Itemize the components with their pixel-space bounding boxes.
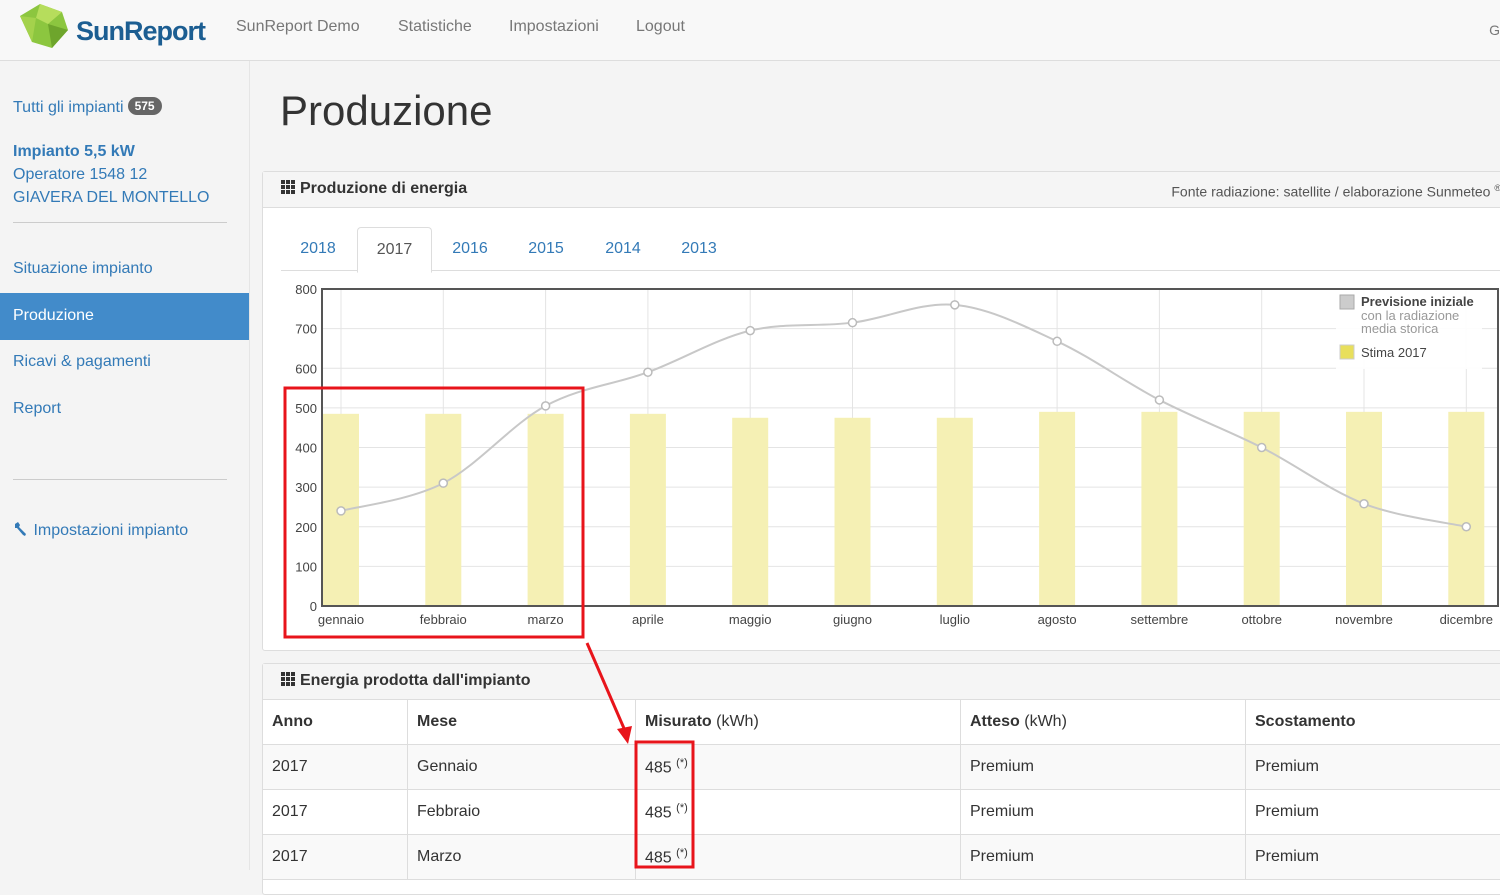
col-atteso[interactable]: Atteso (kWh) xyxy=(961,700,1246,745)
main-content: Produzione Produzione di energia Fonte r… xyxy=(250,61,1500,870)
table-panel-header: Energia prodotta dall'impianto xyxy=(263,664,1500,700)
nav-sunreport-demo[interactable]: SunReport Demo xyxy=(236,18,360,36)
tab-2013[interactable]: 2013 xyxy=(662,227,736,271)
col-misurato[interactable]: Misurato (kWh) xyxy=(636,700,961,745)
tab-2014[interactable]: 2014 xyxy=(586,227,660,271)
nav-logout[interactable]: Logout xyxy=(636,18,685,36)
grid-icon xyxy=(281,672,295,686)
table-header-row: Anno Mese Misurato (kWh) Atteso (kWh) Sc… xyxy=(263,700,1500,745)
sunreport-logo-icon xyxy=(18,2,72,52)
table-panel-title: Energia prodotta dall'impianto xyxy=(281,672,530,690)
energy-panel-title: Produzione di energia xyxy=(281,180,467,198)
col-anno[interactable]: Anno xyxy=(263,700,408,745)
all-plants-label: Tutti gli impianti xyxy=(13,99,124,116)
table-row: 2017 Marzo 485 (*) Premium Premium xyxy=(263,835,1500,880)
radiation-source-note: Fonte radiazione: satellite / elaborazio… xyxy=(1171,183,1500,200)
cell-deviation: Premium xyxy=(1246,790,1500,835)
sidebar-item-report[interactable]: Report xyxy=(13,400,61,418)
grid-icon xyxy=(281,180,295,194)
cell-expected: Premium xyxy=(961,835,1246,880)
cell-year: 2017 xyxy=(263,745,408,790)
plant-operator[interactable]: Operatore 1548 12 xyxy=(13,166,147,184)
tab-divider xyxy=(281,270,1500,271)
registered-mark: ® xyxy=(1494,183,1500,193)
cell-deviation: Premium xyxy=(1246,745,1500,790)
page-title: Produzione xyxy=(280,87,492,135)
sunreport-logo[interactable]: SunReport xyxy=(18,2,205,52)
table-row: 2017 Gennaio 485 (*) Premium Premium xyxy=(263,745,1500,790)
nav-statistiche[interactable]: Statistiche xyxy=(398,18,472,36)
cell-measured: 485 (*) xyxy=(636,745,961,790)
energy-production-panel: Produzione di energia Fonte radiazione: … xyxy=(262,171,1500,651)
tab-2018[interactable]: 2018 xyxy=(281,227,355,271)
plant-settings-label: Impostazioni impianto xyxy=(33,522,188,539)
cell-year: 2017 xyxy=(263,790,408,835)
cell-measured: 485 (*) xyxy=(636,790,961,835)
user-menu[interactable]: G xyxy=(1489,22,1500,38)
cell-expected: Premium xyxy=(961,790,1246,835)
sidebar-item-situazione[interactable]: Situazione impianto xyxy=(13,260,153,278)
cell-month: Febbraio xyxy=(408,790,636,835)
col-mese[interactable]: Mese xyxy=(408,700,636,745)
cell-month: Gennaio xyxy=(408,745,636,790)
energy-panel-header: Produzione di energia Fonte radiazione: … xyxy=(263,172,1500,208)
sidebar-item-ricavi[interactable]: Ricavi & pagamenti xyxy=(13,353,151,371)
table-row: 2017 Febbraio 485 (*) Premium Premium xyxy=(263,790,1500,835)
col-scostamento[interactable]: Scostamento xyxy=(1246,700,1500,745)
energy-table: Anno Mese Misurato (kWh) Atteso (kWh) Sc… xyxy=(263,700,1500,880)
sidebar-item-produzione-label: Produzione xyxy=(13,307,94,325)
plant-name[interactable]: Impianto 5,5 kW xyxy=(13,143,135,161)
sidebar: Tutti gli impianti575 Impianto 5,5 kW Op… xyxy=(0,61,250,870)
plant-settings-link[interactable]: Impostazioni impianto xyxy=(13,521,188,540)
tab-2017[interactable]: 2017 xyxy=(357,227,432,273)
energy-table-panel: Energia prodotta dall'impianto Anno Mese… xyxy=(262,663,1500,895)
cell-expected: Premium xyxy=(961,745,1246,790)
cell-deviation: Premium xyxy=(1246,835,1500,880)
brand-name: SunReport xyxy=(76,16,205,47)
top-navbar: SunReport SunReport Demo Statistiche Imp… xyxy=(0,0,1500,61)
nav-impostazioni[interactable]: Impostazioni xyxy=(509,18,599,36)
cell-measured: 485 (*) xyxy=(636,835,961,880)
cell-month: Marzo xyxy=(408,835,636,880)
sidebar-item-produzione[interactable]: Produzione xyxy=(0,293,249,340)
tab-2016[interactable]: 2016 xyxy=(433,227,507,271)
sidebar-divider xyxy=(13,222,227,223)
cell-year: 2017 xyxy=(263,835,408,880)
plants-count-badge: 575 xyxy=(128,97,162,115)
plant-location[interactable]: GIAVERA DEL MONTELLO xyxy=(13,189,210,207)
sidebar-divider-2 xyxy=(13,479,227,480)
wrench-icon xyxy=(13,521,29,537)
tab-2015[interactable]: 2015 xyxy=(509,227,583,271)
all-plants-link[interactable]: Tutti gli impianti575 xyxy=(13,97,162,117)
